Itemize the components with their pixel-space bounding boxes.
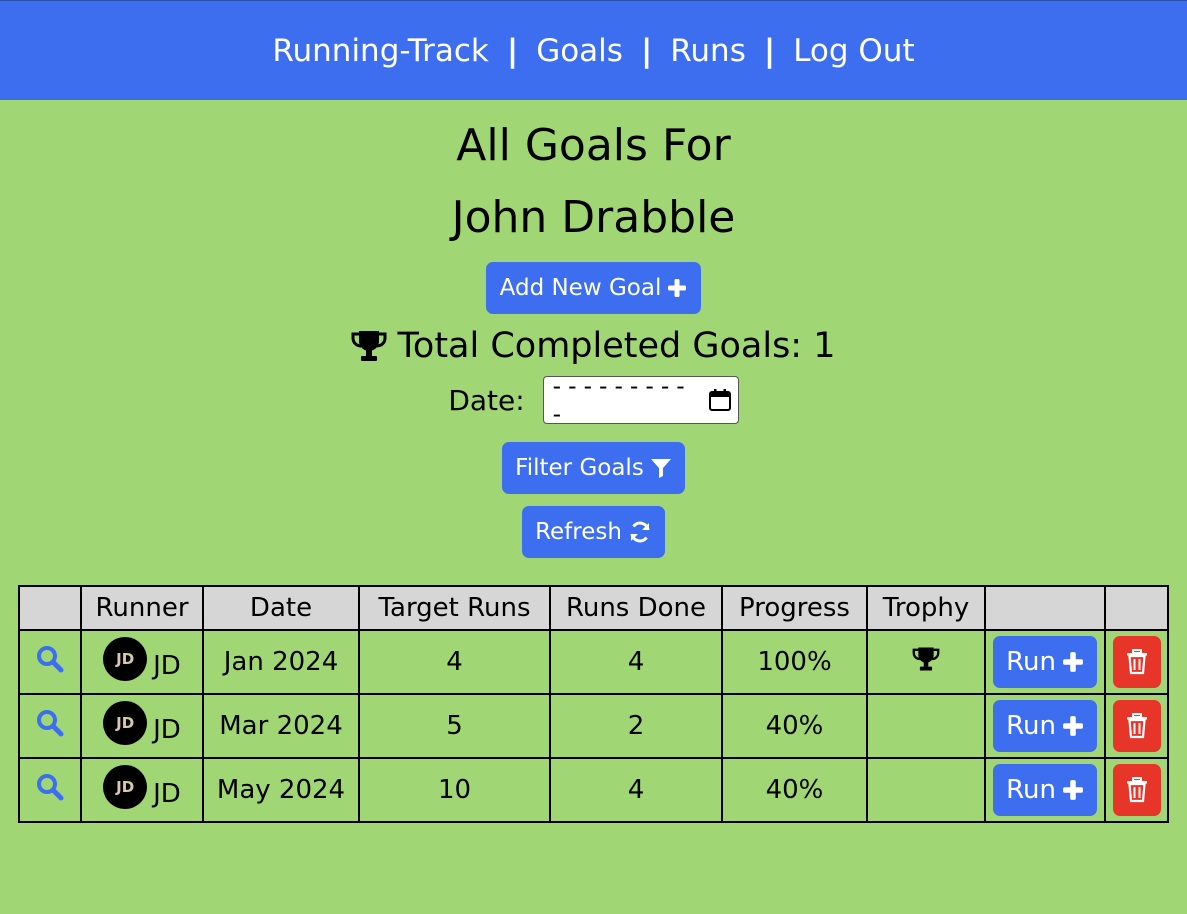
calendar-icon[interactable] — [708, 388, 732, 412]
runner-initials: JD — [153, 651, 181, 681]
delete-goal-button[interactable] — [1112, 636, 1161, 688]
runner-cell: JD JD — [80, 629, 204, 695]
main-content: All Goals For John Drabble Add New Goal … — [0, 100, 1187, 823]
add-run-button[interactable]: Run — [993, 700, 1097, 752]
completed-goals-text: Total Completed Goals: 1 — [397, 326, 836, 366]
header-delete-action — [1104, 585, 1169, 631]
nav-separator: | — [506, 32, 519, 69]
goals-table: Runner Date Target Runs Runs Done Progre… — [18, 585, 1169, 823]
view-cell — [18, 757, 82, 823]
refresh-icon — [630, 521, 650, 543]
runs-done-cell: 2 — [549, 693, 723, 759]
completed-goals-summary: Total Completed Goals: 1 — [351, 326, 836, 366]
header-progress: Progress — [721, 585, 868, 631]
page-title-line1: All Goals For — [456, 120, 731, 171]
runner-initials: JD — [153, 715, 181, 745]
run-action-cell: Run — [984, 693, 1106, 759]
trophy-cell — [866, 757, 986, 823]
target-runs-cell: 5 — [358, 693, 551, 759]
delete-action-cell — [1104, 693, 1169, 759]
refresh-button[interactable]: Refresh — [522, 506, 665, 558]
nav-runs-link[interactable]: Runs — [670, 33, 746, 69]
search-icon[interactable] — [36, 709, 64, 744]
table-header-row: Runner Date Target Runs Runs Done Progre… — [18, 585, 1169, 631]
delete-goal-button[interactable] — [1112, 700, 1161, 752]
target-runs-cell: 10 — [358, 757, 551, 823]
header-view — [18, 585, 82, 631]
navbar: Running-Track | Goals | Runs | Log Out — [0, 0, 1187, 100]
table-row: JD JD May 2024 10 4 40% Run — [18, 757, 1169, 823]
runs-done-cell: 4 — [549, 629, 723, 695]
view-cell — [18, 693, 82, 759]
page-title: All Goals For John Drabble — [452, 110, 736, 254]
filter-icon — [650, 459, 671, 478]
runner-initials: JD — [153, 779, 181, 809]
progress-cell: 40% — [721, 693, 868, 759]
add-goal-label: Add New Goal — [499, 275, 662, 301]
header-runs-done: Runs Done — [549, 585, 723, 631]
date-cell: Jan 2024 — [202, 629, 360, 695]
search-icon[interactable] — [36, 773, 64, 808]
date-input[interactable]: --------- - — [542, 372, 739, 428]
trophy-icon — [351, 331, 387, 361]
progress-cell: 40% — [721, 757, 868, 823]
trash-icon — [1126, 713, 1147, 739]
trophy-icon — [912, 647, 940, 670]
trash-icon — [1126, 777, 1147, 803]
trophy-cell — [866, 629, 986, 695]
date-cell: May 2024 — [202, 757, 360, 823]
avatar: JD — [103, 701, 148, 745]
delete-goal-button[interactable] — [1112, 764, 1161, 816]
table-row: JD JD Mar 2024 5 2 40% Run — [18, 693, 1169, 759]
header-run-action — [984, 585, 1106, 631]
target-runs-cell: 4 — [358, 629, 551, 695]
date-input-placeholder: --------- - — [549, 372, 689, 428]
view-cell — [18, 629, 82, 695]
trash-icon — [1126, 649, 1147, 675]
run-action-cell: Run — [984, 629, 1106, 695]
nav-goals-link[interactable]: Goals — [536, 33, 623, 69]
add-run-button[interactable]: Run — [993, 636, 1097, 688]
add-run-label: Run — [1006, 775, 1056, 805]
plus-icon — [1063, 780, 1083, 800]
runner-cell: JD JD — [80, 757, 204, 823]
add-run-label: Run — [1006, 647, 1056, 677]
avatar: JD — [103, 765, 148, 809]
progress-cell: 100% — [721, 629, 868, 695]
nav-separator: | — [763, 32, 776, 69]
nav-logout-link[interactable]: Log Out — [793, 33, 914, 69]
runs-done-cell: 4 — [549, 757, 723, 823]
trophy-cell — [866, 693, 986, 759]
page-title-line2: John Drabble — [451, 192, 736, 243]
delete-action-cell — [1104, 629, 1169, 695]
plus-icon — [668, 279, 687, 297]
add-goal-button[interactable]: Add New Goal — [485, 262, 702, 314]
header-target-runs: Target Runs — [358, 585, 551, 631]
search-icon[interactable] — [36, 645, 64, 680]
date-label: Date: — [448, 383, 525, 417]
header-trophy: Trophy — [866, 585, 986, 631]
plus-icon — [1063, 716, 1083, 736]
filter-goals-button[interactable]: Filter Goals — [502, 442, 685, 494]
runner-cell: JD JD — [80, 693, 204, 759]
plus-icon — [1063, 652, 1083, 672]
date-filter-row: Date: --------- - — [448, 372, 739, 428]
avatar: JD — [103, 637, 148, 681]
run-action-cell: Run — [984, 757, 1106, 823]
date-cell: Mar 2024 — [202, 693, 360, 759]
add-run-button[interactable]: Run — [993, 764, 1097, 816]
nav-brand-link[interactable]: Running-Track — [272, 33, 489, 69]
delete-action-cell — [1104, 757, 1169, 823]
header-date: Date — [202, 585, 360, 631]
nav-separator: | — [640, 32, 653, 69]
filter-goals-label: Filter Goals — [515, 455, 644, 481]
add-run-label: Run — [1006, 711, 1056, 741]
header-runner: Runner — [80, 585, 204, 631]
table-row: JD JD Jan 2024 4 4 100% Run — [18, 629, 1169, 695]
refresh-label: Refresh — [535, 519, 622, 545]
